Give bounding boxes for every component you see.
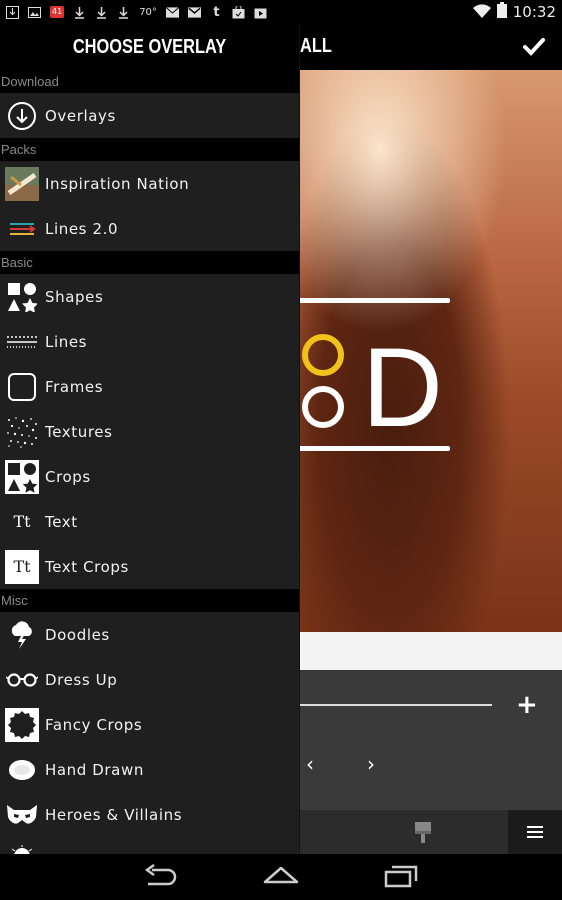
drawer-item-label: Dress Up: [45, 670, 118, 689]
download-circle-icon: [5, 99, 39, 133]
text-tt-icon: Tt: [13, 512, 31, 531]
wifi-icon: [472, 3, 491, 22]
drawer-item-crops[interactable]: Crops: [0, 454, 299, 499]
section-header-misc: Misc: [0, 589, 299, 612]
drawer-item-text[interactable]: Tt Text: [0, 499, 299, 544]
drawer-item-label: Fancy Crops: [45, 715, 143, 734]
drawer-item-label: Text Crops: [45, 557, 129, 576]
menu-icon[interactable]: [508, 810, 562, 854]
lines-arrows-icon: [5, 212, 39, 246]
lightbulb-icon: [5, 843, 39, 854]
overlay-letter: D: [362, 325, 443, 450]
drawer-item-fancy-crops[interactable]: Fancy Crops: [0, 702, 299, 747]
pack-thumbnail-icon: [5, 166, 39, 201]
overlay-drawer: CHOOSE OVERLAY Download Overlays Packs I…: [0, 24, 300, 854]
drawer-header: CHOOSE OVERLAY: [0, 24, 299, 70]
mail-icon: [165, 6, 179, 19]
download-icon: [95, 6, 108, 19]
drawer-item-more[interactable]: [0, 837, 299, 854]
drawer-title: CHOOSE OVERLAY: [72, 35, 227, 58]
play-store-icon: [254, 6, 267, 19]
drawer-item-lines[interactable]: Lines: [0, 319, 299, 364]
drawer-item-label: Shapes: [45, 287, 104, 306]
gmail-icon: [187, 6, 201, 19]
download-box-icon: [6, 5, 19, 19]
drawer-item-shapes[interactable]: Shapes: [0, 274, 299, 319]
frame-icon: [5, 370, 39, 404]
temperature: 70°: [139, 6, 157, 18]
drawer-item-label: Heroes & Villains: [45, 805, 183, 824]
drawer-item-label: Doodles: [45, 625, 110, 644]
download-icon: [73, 6, 86, 19]
drawer-item-textures[interactable]: Textures: [0, 409, 299, 454]
prev-button[interactable]: ‹: [306, 752, 314, 776]
section-header-basic: Basic: [0, 251, 299, 274]
scribble-icon: [5, 753, 39, 787]
drawer-item-doodles[interactable]: Doodles: [0, 612, 299, 657]
drawer-item-dress-up[interactable]: Dress Up: [0, 657, 299, 702]
dotted-lines-icon: [5, 325, 39, 359]
status-bar: 41 70° t 10:32: [0, 0, 562, 24]
drawer-item-overlays[interactable]: Overlays: [0, 93, 299, 138]
back-icon[interactable]: [142, 863, 182, 890]
drawer-item-label: Lines: [45, 332, 88, 351]
drawer-item-text-crops[interactable]: Tt Text Crops: [0, 544, 299, 589]
drawer-item-label: Inspiration Nation: [45, 174, 190, 193]
section-header-packs: Packs: [0, 138, 299, 161]
drawer-item-lines-2[interactable]: Lines 2.0: [0, 206, 299, 251]
opacity-slider[interactable]: [300, 704, 492, 706]
drawer-item-frames[interactable]: Frames: [0, 364, 299, 409]
notification-badge: 41: [50, 6, 65, 18]
clock: 10:32: [512, 3, 556, 21]
drawer-item-heroes-villains[interactable]: Heroes & Villains: [0, 792, 299, 837]
battery-icon: [496, 2, 507, 22]
drawer-item-label: Hand Drawn: [45, 760, 144, 779]
drawer-item-inspiration-nation[interactable]: Inspiration Nation: [0, 161, 299, 206]
bag-icon: [232, 5, 245, 19]
drawer-item-label: Frames: [45, 377, 104, 396]
system-nav-bar: [0, 854, 562, 900]
drawer-item-label: Crops: [45, 467, 91, 486]
home-icon[interactable]: [262, 864, 302, 890]
checkmark-icon[interactable]: [520, 33, 548, 61]
cloud-lightning-icon: [5, 618, 39, 652]
drawer-item-label: Overlays: [45, 106, 116, 125]
plus-button[interactable]: +: [516, 690, 538, 720]
next-button[interactable]: ›: [367, 752, 375, 776]
tumblr-icon: t: [213, 4, 220, 20]
overlay-yellow-circle: [302, 334, 344, 376]
shapes-icon: [5, 280, 39, 314]
text-crop-icon: Tt: [5, 549, 39, 584]
drawer-item-label: Text: [45, 512, 78, 531]
download-icon: [117, 6, 130, 19]
section-header-download: Download: [0, 70, 299, 93]
drawer-item-label: Lines 2.0: [45, 219, 119, 238]
drawer-item-label: Textures: [45, 422, 113, 441]
badge-frame-icon: [5, 707, 39, 742]
drawer-item-hand-drawn[interactable]: Hand Drawn: [0, 747, 299, 792]
crops-icon: [5, 459, 39, 494]
texture-dots-icon: [5, 415, 39, 449]
mask-icon: [5, 798, 39, 832]
recents-icon[interactable]: [384, 864, 424, 890]
editor-title: ALL: [300, 35, 332, 57]
glasses-icon: [5, 663, 39, 697]
brush-icon[interactable]: [413, 820, 433, 844]
overlay-white-circle: [302, 386, 344, 428]
image-icon: [28, 6, 41, 19]
